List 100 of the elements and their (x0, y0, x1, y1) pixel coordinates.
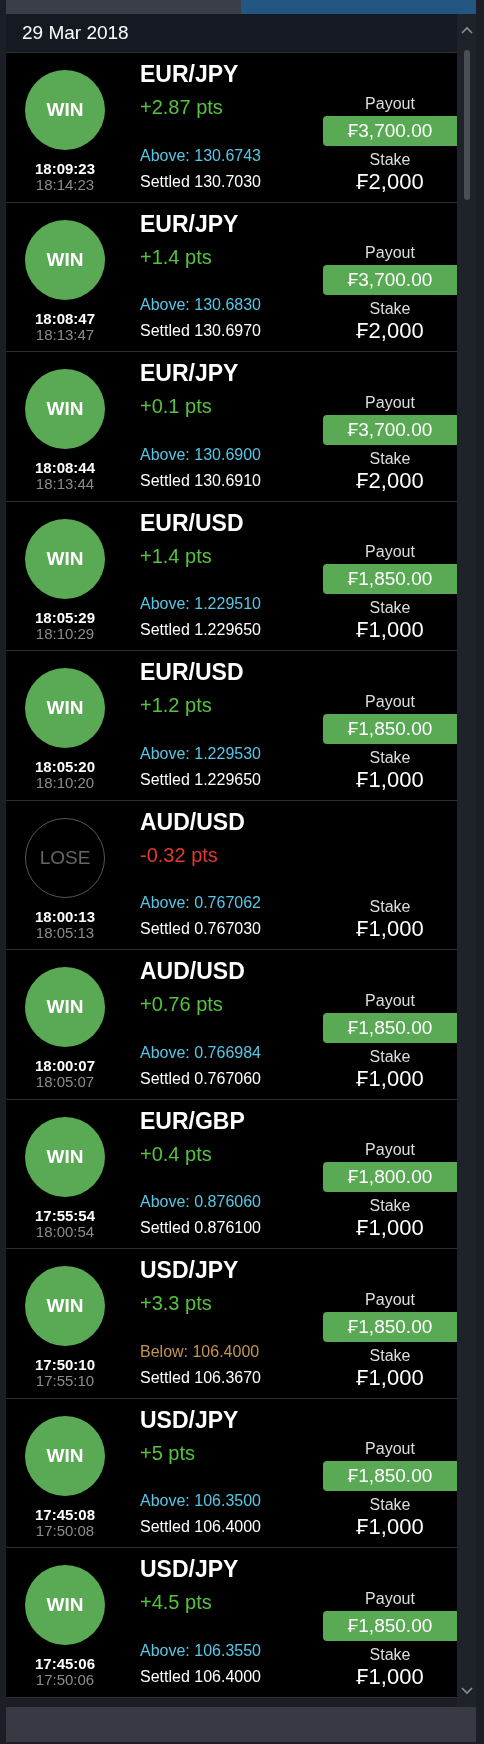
stake-amount: ₣2,000 (356, 468, 424, 493)
payout-amount: ₣1,850.00 (323, 1610, 457, 1641)
stake-label: Stake (369, 1345, 411, 1366)
result-badge: WIN (25, 518, 105, 599)
settled-price: Settled 130.7030 (140, 171, 262, 192)
points-change: +1.4 pts (140, 245, 213, 269)
scroll-down-icon[interactable] (460, 1687, 473, 1695)
open-time: 18:00:13 (34, 908, 95, 925)
payout-amount: ₣3,700.00 (323, 265, 457, 295)
currency-pair: EUR/GBP (140, 1107, 246, 1135)
open-time: 17:45:06 (34, 1656, 95, 1672)
payout-label: Payout (365, 691, 415, 712)
close-time: 18:13:47 (35, 326, 95, 343)
payout-amount: ₣1,850.00 (323, 1461, 457, 1491)
settled-price: Settled 0.876100 (140, 1218, 262, 1238)
result-badge: WIN (25, 369, 105, 449)
stake-label: Stake (369, 598, 411, 618)
payout-amount: ₣3,700.00 (323, 115, 457, 146)
open-time: 18:08:47 (34, 310, 95, 327)
stake-label: Stake (369, 1196, 411, 1216)
close-time: 17:50:08 (35, 1522, 95, 1539)
settled-price: Settled 106.3670 (140, 1367, 262, 1388)
result-badge: WIN (25, 1415, 105, 1496)
stake-label: Stake (369, 747, 411, 768)
stake-amount: ₣1,000 (356, 618, 424, 642)
settled-price: Settled 130.6910 (140, 470, 262, 491)
open-time: 17:55:54 (34, 1207, 95, 1224)
points-change: +0.1 pts (140, 395, 213, 418)
stake-label: Stake (369, 1046, 411, 1067)
payout-label: Payout (365, 1289, 415, 1310)
tab[interactable] (6, 0, 241, 14)
close-time: 18:10:20 (35, 775, 95, 791)
points-change: +1.2 pts (140, 694, 213, 717)
stake-amount: ₣1,000 (356, 1664, 424, 1689)
stake-amount: ₣1,000 (356, 917, 424, 941)
open-time: 17:45:08 (34, 1506, 95, 1523)
settled-price: Settled 1.229650 (140, 769, 262, 790)
stake-label: Stake (369, 1644, 411, 1665)
open-time: 18:09:23 (34, 161, 95, 177)
currency-pair: EUR/USD (140, 509, 245, 537)
strike-price: Below: 106.4000 (140, 1341, 261, 1362)
stake-label: Stake (369, 897, 411, 917)
strike-price: Above: 0.766984 (140, 1042, 262, 1063)
stake-label: Stake (369, 149, 411, 170)
strike-price: Above: 106.3550 (140, 1640, 262, 1661)
payout-label: Payout (365, 990, 415, 1011)
result-badge: WIN (25, 1266, 105, 1346)
settled-price: Settled 106.4000 (140, 1517, 262, 1537)
points-change: +2.87 pts (140, 96, 224, 119)
scrollbar[interactable] (457, 14, 476, 1707)
settled-price: Settled 1.229650 (140, 620, 262, 640)
stake-label: Stake (369, 1495, 411, 1515)
settled-price: Settled 106.4000 (140, 1666, 262, 1687)
points-change: +1.4 pts (140, 544, 213, 568)
strike-price: Above: 130.6743 (140, 145, 262, 166)
currency-pair: USD/JPY (140, 1406, 240, 1434)
points-change: +3.3 pts (140, 1292, 213, 1315)
result-badge: WIN (25, 219, 105, 300)
currency-pair: EUR/JPY (140, 61, 240, 88)
payout-amount: ₣1,850.00 (323, 1012, 457, 1043)
close-time: 18:05:13 (35, 924, 95, 941)
result-badge: LOSE (25, 817, 105, 898)
date-header: 29 Mar 2018 (6, 14, 457, 53)
scroll-up-icon[interactable] (460, 26, 473, 34)
strike-price: Above: 106.3500 (140, 1491, 262, 1511)
close-time: 18:05:07 (35, 1074, 95, 1090)
tab[interactable] (241, 0, 476, 14)
currency-pair: EUR/JPY (140, 360, 240, 387)
payout-label: Payout (365, 93, 415, 114)
payout-amount: ₣1,850.00 (323, 564, 457, 594)
strike-price: Above: 130.6900 (140, 444, 262, 465)
strike-price: Above: 130.6830 (140, 295, 262, 315)
stake-amount: ₣1,000 (356, 1365, 424, 1390)
stake-amount: ₣1,000 (356, 1216, 424, 1240)
strike-price: Above: 1.229530 (140, 743, 262, 764)
open-time: 18:00:07 (34, 1058, 95, 1074)
points-change: -0.32 pts (140, 843, 219, 867)
points-change: +5 pts (140, 1441, 197, 1465)
payout-label: Payout (365, 1439, 415, 1459)
close-time: 18:00:54 (35, 1223, 95, 1240)
stake-amount: ₣2,000 (356, 319, 424, 343)
stake-label: Stake (369, 299, 411, 319)
open-time: 18:08:44 (34, 460, 95, 476)
payout-label: Payout (365, 1140, 415, 1160)
close-time: 18:14:23 (35, 177, 95, 193)
close-time: 17:55:10 (35, 1373, 95, 1389)
payout-amount: ₣1,850.00 (323, 1311, 457, 1342)
stake-amount: ₣1,000 (356, 767, 424, 792)
open-time: 18:05:20 (34, 759, 95, 775)
scroll-thumb[interactable] (463, 50, 470, 200)
points-change: +0.76 pts (140, 993, 224, 1016)
strike-price: Above: 0.876060 (140, 1192, 262, 1212)
close-time: 18:13:44 (35, 476, 95, 492)
settled-price: Settled 0.767060 (140, 1068, 262, 1089)
stake-amount: ₣2,000 (356, 169, 424, 194)
currency-pair: AUD/USD (140, 958, 246, 985)
payout-label: Payout (365, 542, 415, 562)
result-badge: WIN (25, 967, 105, 1047)
settled-price: Settled 0.767030 (140, 919, 262, 939)
currency-pair: USD/JPY (140, 1257, 240, 1284)
